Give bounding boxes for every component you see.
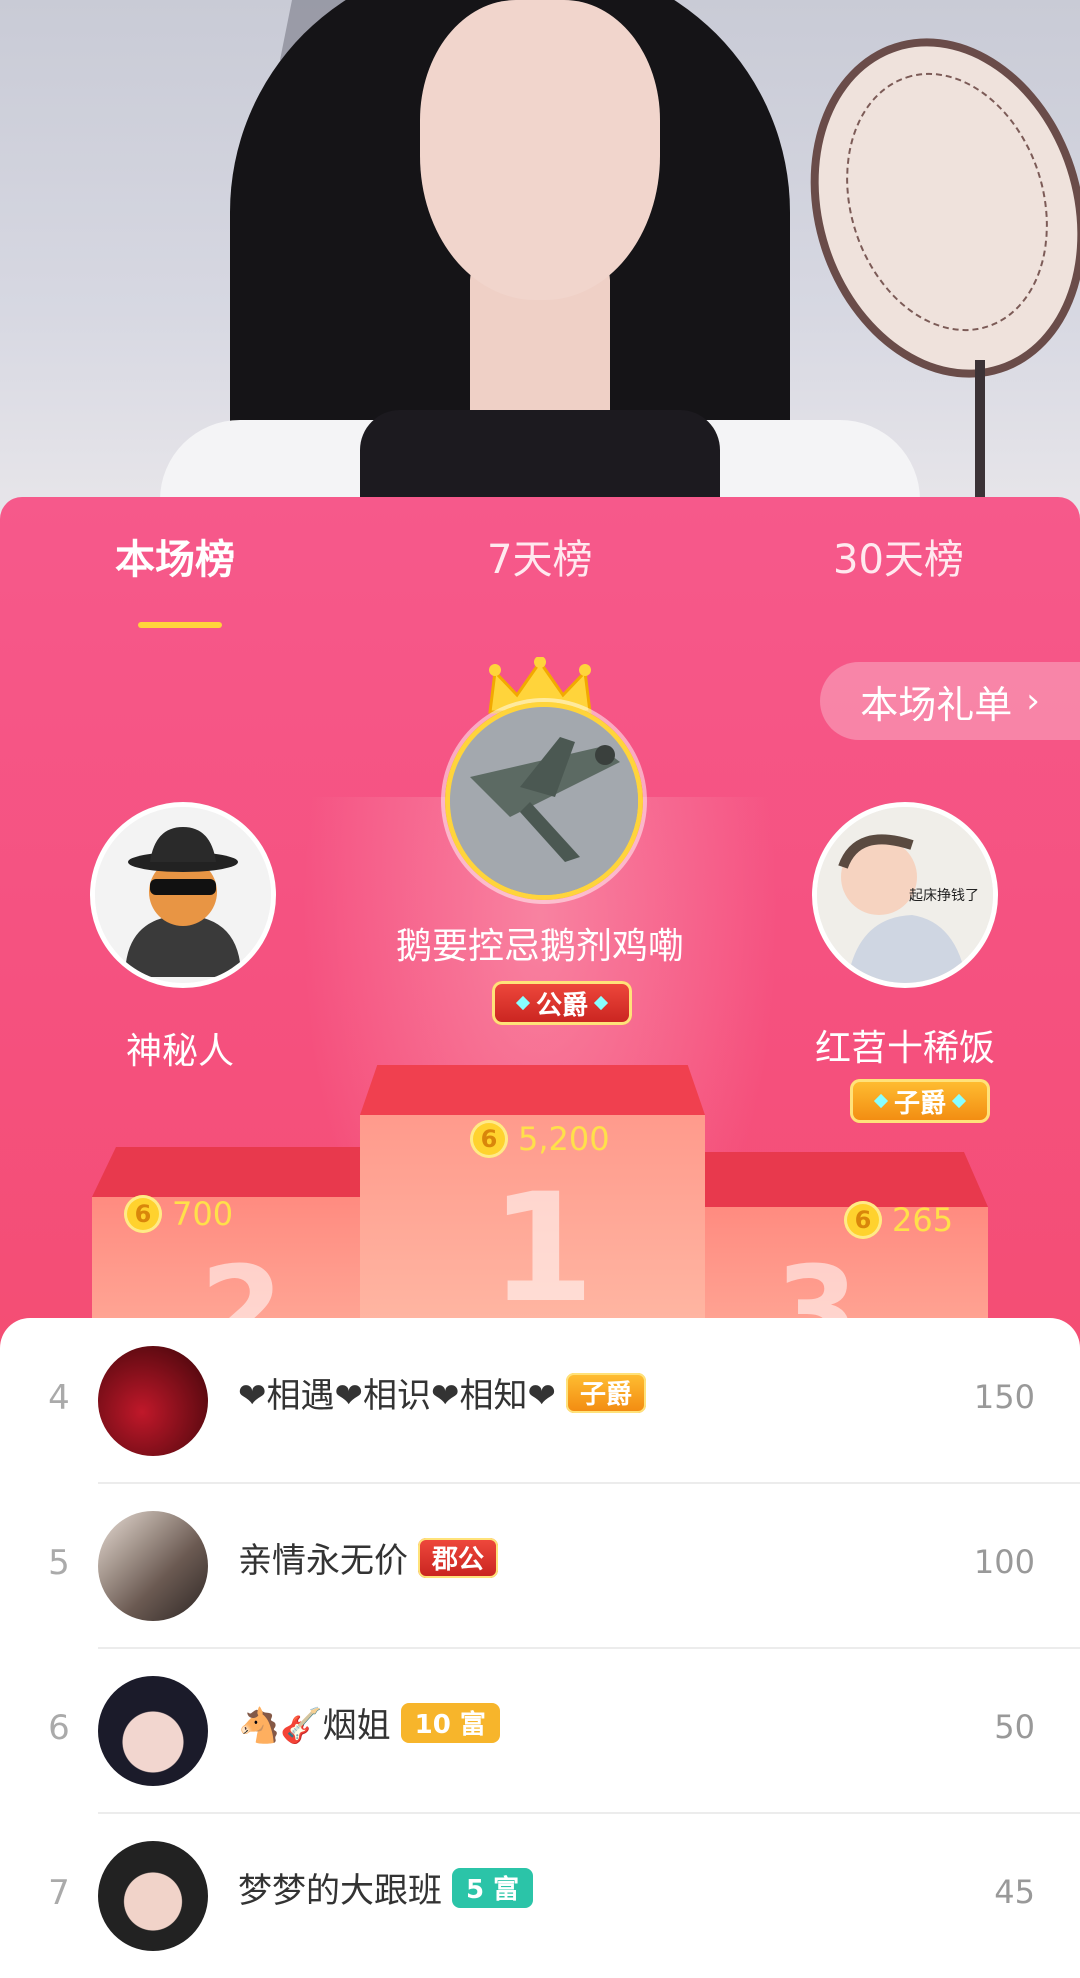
rank-number: 7 (48, 1873, 70, 1913)
coin-icon: 6 (124, 1195, 162, 1233)
first-badge-text: 公爵 (536, 990, 589, 1021)
second-place-avatar[interactable] (90, 802, 276, 988)
user-name: 梦梦的大跟班 (238, 1871, 442, 1911)
rank-badge: 10 富 (400, 1702, 500, 1743)
user-name-row: 亲情永无价 郡公 (238, 1533, 499, 1582)
first-place-score: 6 5,200 (470, 1120, 610, 1158)
ranking-list: 4 ❤相遇❤相识❤相知❤ 子爵 150 5 亲情永无价 郡公 100 6 🐴🎸烟… (0, 1318, 1080, 1951)
mystery-person-icon (95, 807, 271, 983)
third-place-rank-badge: 子爵 (850, 1079, 991, 1123)
user-name: ❤相遇❤相识❤相知❤ (238, 1376, 556, 1416)
third-place-name: 红苕十稀饭 (814, 1028, 995, 1069)
first-place-avatar[interactable] (445, 702, 643, 900)
user-name-row: 梦梦的大跟班 5 富 (238, 1863, 534, 1912)
rank-badge: 郡公 (418, 1537, 499, 1578)
score-value: 50 (994, 1708, 1035, 1746)
first-place-name: 鹅要控忌鹅剂鸡嘞 (395, 926, 684, 967)
list-item[interactable]: 7 梦梦的大跟班 5 富 45 (0, 1813, 1080, 1978)
score-value: 45 (994, 1873, 1035, 1911)
third-badge-text: 子爵 (894, 1088, 947, 1119)
ranking-tabs: 本场榜 7天榜 30天榜 (0, 527, 1080, 628)
avatar[interactable] (98, 1676, 208, 1786)
streamer-face (420, 0, 660, 300)
badge-gem-icon (593, 995, 609, 1011)
rank-badge: 子爵 (565, 1372, 646, 1413)
tab-7-days[interactable]: 7天榜 (487, 527, 592, 585)
tab-this-session[interactable]: 本场榜 (115, 527, 235, 585)
badge-gem-icon (873, 1093, 889, 1109)
list-item[interactable]: 6 🐴🎸烟姐 10 富 50 (0, 1648, 1080, 1813)
rank-number: 6 (48, 1708, 70, 1748)
gift-list-label: 本场礼单 (860, 682, 1013, 727)
list-item[interactable]: 4 ❤相遇❤相识❤相知❤ 子爵 150 (0, 1318, 1080, 1483)
score-value: 150 (973, 1378, 1035, 1416)
gift-list-button[interactable]: 本场礼单 › (820, 662, 1080, 740)
score-value: 100 (973, 1543, 1035, 1581)
first-place-rank-badge: 公爵 (492, 981, 633, 1025)
podium-first-top (360, 1065, 705, 1115)
rank-number: 4 (48, 1378, 70, 1418)
first-score-value: 5,200 (518, 1120, 610, 1158)
active-tab-indicator (138, 622, 222, 628)
chevron-right-icon: › (1026, 681, 1040, 721)
badge-gem-icon (515, 995, 531, 1011)
badge-gem-icon (951, 1093, 967, 1109)
coin-icon: 6 (844, 1201, 882, 1239)
rank-number: 5 (48, 1543, 70, 1583)
lamp-tripod (975, 360, 985, 520)
user-name-row: ❤相遇❤相识❤相知❤ 子爵 (238, 1368, 646, 1417)
rank-badge: 5 富 (452, 1867, 534, 1908)
second-place-name: 神秘人 (125, 1031, 234, 1072)
tab-30-days[interactable]: 30天榜 (833, 527, 964, 585)
live-video-frame (0, 0, 1080, 520)
second-place-score: 6 700 (124, 1195, 233, 1233)
user-name-row: 🐴🎸烟姐 10 富 (238, 1698, 500, 1747)
user-name: 🐴🎸烟姐 (238, 1706, 391, 1746)
airplane-avatar-image (450, 707, 638, 895)
podium-third-top (688, 1152, 988, 1207)
third-score-value: 265 (892, 1201, 954, 1239)
baby-avatar-caption: 起床挣钱了 (909, 888, 979, 904)
user-name: 亲情永无价 (238, 1541, 408, 1581)
avatar[interactable] (98, 1841, 208, 1951)
avatar[interactable] (98, 1511, 208, 1621)
podium-number-1: 1 (490, 1162, 595, 1336)
third-place-score: 6 265 (844, 1201, 953, 1239)
list-item[interactable]: 5 亲情永无价 郡公 100 (0, 1483, 1080, 1648)
avatar[interactable] (98, 1346, 208, 1456)
podium-second-top (92, 1147, 392, 1197)
third-place-avatar[interactable]: 起床挣钱了 (812, 802, 998, 988)
coin-icon: 6 (470, 1120, 508, 1158)
second-score-value: 700 (172, 1195, 234, 1233)
